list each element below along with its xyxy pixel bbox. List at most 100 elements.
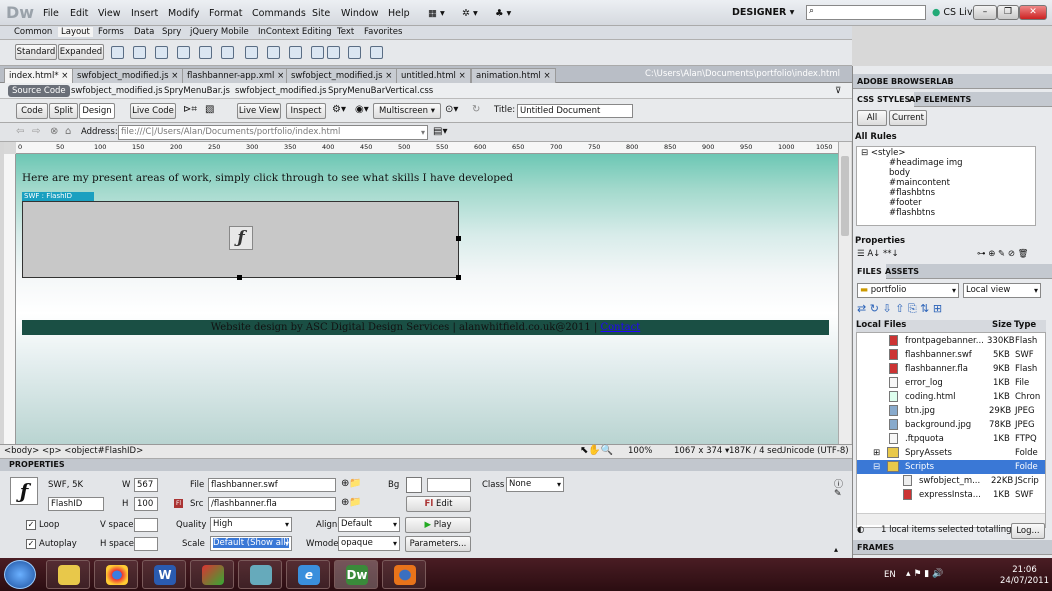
extend-icon[interactable]: ✲ ▾ [462,8,478,19]
related-file-sprymenubar-css[interactable]: SpryMenuBarVertical.css [328,86,433,96]
insert-tab-data[interactable]: Data [134,27,154,37]
rule-item[interactable]: #flashbtns [889,188,935,198]
taskbar-firefox[interactable] [382,560,426,589]
standard-mode-button[interactable]: Standard [15,44,57,60]
current-rules-button[interactable]: Current [889,110,927,126]
rule-item[interactable]: #footer [889,198,922,208]
maximize-button[interactable]: ❐ [997,5,1019,20]
edit-properties-icon[interactable]: ✎ [834,489,842,499]
frames-header[interactable]: FRAMES [853,540,1052,555]
debug-icon[interactable]: ⚙▾ [332,104,346,115]
insert-tab-spry[interactable]: Spry [162,27,181,37]
related-file-swfobject[interactable]: swfobject_modified.js [71,86,163,96]
doc-tab-swfobject-2[interactable]: swfobject_modified.js × [286,68,398,83]
tray-icons[interactable]: ▴ ⚑ ▮ 🔊 [906,569,943,579]
align-select[interactable]: Default [338,517,400,532]
ap-div-icon[interactable] [133,46,146,59]
flash-object[interactable]: ƒ [22,201,461,280]
expanded-mode-button[interactable]: Expanded [58,44,104,60]
taskbar-dreamweaver[interactable]: Dw [334,560,378,589]
start-button[interactable] [4,560,36,589]
bg-color-swatch[interactable] [406,477,422,493]
close-button[interactable]: ✕ [1019,5,1047,20]
log-button[interactable]: Log... [1011,523,1045,539]
spry-accordion-icon[interactable] [221,46,234,59]
taskbar-word[interactable]: W [142,560,186,589]
table-icon[interactable] [245,46,258,59]
design-scrollbar[interactable] [838,142,851,444]
insert-tab-common[interactable]: Common [14,27,52,37]
spry-tabbed-icon[interactable] [199,46,212,59]
close-icon[interactable]: × [459,71,466,81]
autoplay-checkbox[interactable]: ✓ [26,539,36,549]
insert-col-icon[interactable] [327,46,340,59]
insert-tab-jquery-mobile[interactable]: jQuery Mobile [190,27,249,37]
stop-icon[interactable]: ⊗ [50,126,58,137]
doc-tab-animation[interactable]: animation.html × [471,68,556,83]
design-view-button[interactable]: Design [79,103,115,119]
frames-icon[interactable] [370,46,383,59]
file-row[interactable]: coding.html 1KB Chron [857,390,1045,404]
file-input[interactable]: flashbanner.swf [208,478,336,492]
properties-header[interactable]: PROPERTIES [0,459,852,471]
contact-link[interactable]: Contact [601,322,641,333]
file-row[interactable]: frontpagebanner... 330KB Flash [857,334,1045,348]
rule-item[interactable]: ⊟ <style> [861,148,905,158]
table-row-icon[interactable] [267,46,280,59]
play-button[interactable]: ▶ Play [405,517,471,533]
col-size[interactable]: Size [992,320,1012,330]
related-file-source-code[interactable]: Source Code [8,85,70,97]
folder-row[interactable]: ⊞ SpryAssets Folde [857,446,1045,460]
menu-help[interactable]: Help [388,8,410,19]
preview-browser-icon[interactable]: ◉▾ [355,104,369,115]
insert-tab-forms[interactable]: Forms [98,27,124,37]
file-row[interactable]: expressInsta... 1KB SWF [857,488,1045,502]
doc-tab-index[interactable]: index.html* × [4,68,74,83]
scrollbar-thumb[interactable] [841,156,849,236]
search-input[interactable]: ⌕ [806,5,926,20]
close-icon[interactable]: × [171,71,178,81]
menu-edit[interactable]: Edit [70,8,88,19]
folder-row-selected[interactable]: ⊟ Scripts Folde [857,460,1045,474]
resize-handle[interactable] [456,236,461,241]
zoom-select[interactable]: 100% [628,446,652,456]
taskbar-explorer[interactable] [46,560,90,589]
address-input[interactable]: file:///C|/Users/Alan/Documents/portfoli… [118,125,428,140]
inspect-button[interactable]: Inspect [286,103,326,119]
tag-selector[interactable]: <body> <p> <object#FlashID> [4,446,143,456]
doc-tab-flashbanner-xml[interactable]: flashbanner-app.xml × [182,68,290,83]
close-icon[interactable]: × [385,71,392,81]
spry-menu-icon[interactable] [177,46,190,59]
view-select[interactable]: Local view [963,283,1041,298]
vspace-input[interactable] [134,518,158,532]
collapse-folder-icon[interactable]: ⊟ [873,460,880,474]
table-cell-icon[interactable] [311,46,324,59]
rule-item[interactable]: body [889,168,910,178]
file-row[interactable]: background.jpg 78KB JPEG [857,418,1045,432]
expand-icon[interactable]: ⊞ [873,446,880,460]
file-row[interactable]: .ftpquota 1KB FTPQ [857,432,1045,446]
refresh-design-icon[interactable]: ▧ [205,104,214,115]
browse-folder-icon[interactable]: ⊕📁 [341,478,362,489]
site-icon[interactable]: ♣ ▾ [495,8,511,19]
class-select[interactable]: None [506,477,564,492]
filter-icon[interactable]: ⊽ [835,86,841,96]
file-row[interactable]: flashbanner.fla 9KB Flash [857,362,1045,376]
menu-window[interactable]: Window [341,8,378,19]
scale-select[interactable]: Default (Show all) [210,536,292,551]
ap-elements-tab[interactable]: AP ELEMENTS [905,92,975,107]
col-local-files[interactable]: Local Files [856,320,906,330]
css-action-icons[interactable]: ⊶ ⊕ ✎ ⊘ 🗑 [977,249,1028,259]
related-file-swfobject-2[interactable]: swfobject_modified.js [235,86,327,96]
insert-tab-text[interactable]: Text [337,27,354,37]
width-input[interactable]: 567 [134,478,158,492]
workspace-switcher[interactable]: DESIGNER ▾ [732,7,794,18]
select-tool-icon[interactable]: ⬉✋🔍 [580,445,613,456]
div-icon[interactable] [111,46,124,59]
close-icon[interactable]: × [544,71,551,81]
hspace-input[interactable] [134,537,158,551]
forward-icon[interactable]: ⇨ [32,126,40,137]
insert-tab-layout[interactable]: Layout [58,27,93,37]
live-code-button[interactable]: Live Code [130,103,176,119]
document-title-input[interactable]: Untitled Document [517,104,633,118]
